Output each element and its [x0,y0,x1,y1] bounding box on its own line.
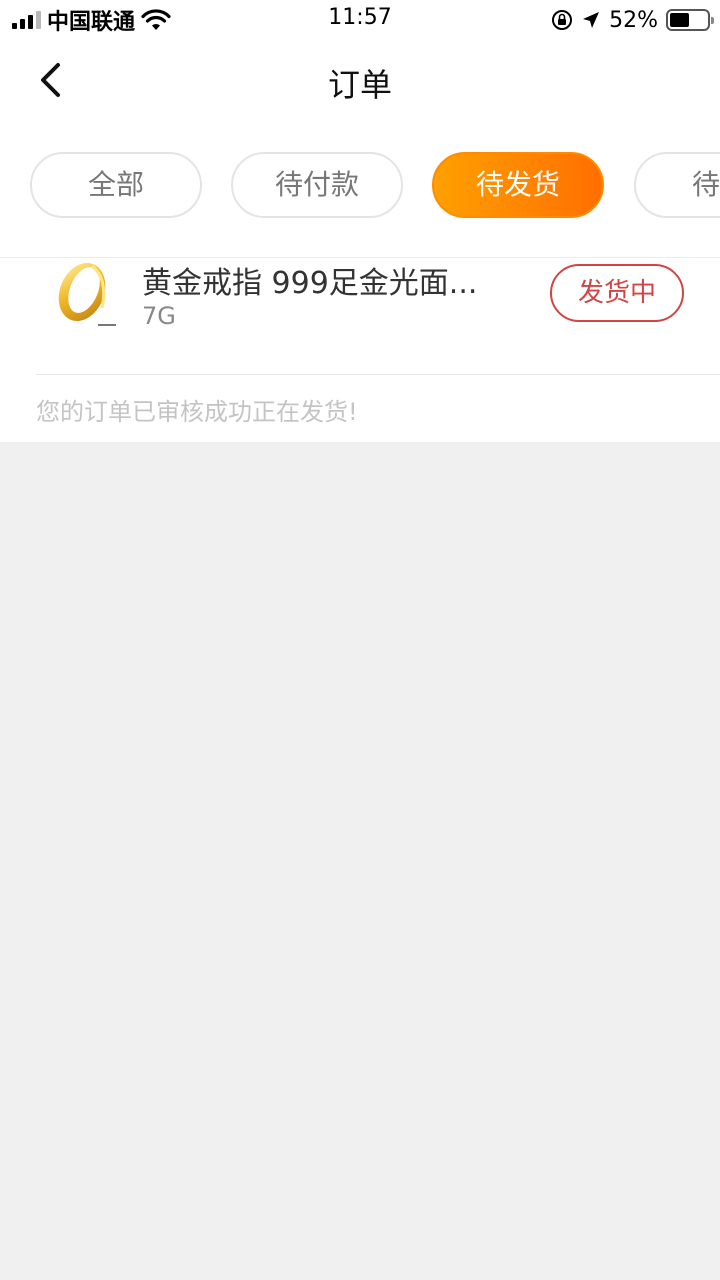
battery-icon [666,9,714,31]
order-status-badge: 发货中 [550,264,684,322]
tab-all[interactable]: 全部 [30,152,202,218]
product-title[interactable]: 黄金戒指 999足金光面... [142,258,528,302]
divider [36,374,720,375]
location-arrow-icon [583,12,600,28]
tab-pending-receipt[interactable]: 待收 [634,152,720,218]
status-bar: 中国联通 11:57 52% [0,0,720,40]
order-status-note: 您的订单已审核成功正在发货! [36,398,358,426]
tab-pending-payment[interactable]: 待付款 [231,152,403,218]
product-spec: 7G [142,302,176,330]
status-bar-right: 52% [551,6,714,34]
page-title: 订单 [327,66,392,104]
product-image[interactable] [52,258,124,330]
nav-bar: 订单 [0,40,720,122]
order-card[interactable]: 黄金戒指 999足金光面... 7G 发货中 您的订单已审核成功正在发货! [0,258,720,442]
order-status-tabs: 全部 待付款 待发货 待收 [0,122,720,258]
battery-percent: 52% [609,7,658,33]
orientation-lock-icon [552,10,573,30]
tab-pending-shipment[interactable]: 待发货 [432,152,604,218]
